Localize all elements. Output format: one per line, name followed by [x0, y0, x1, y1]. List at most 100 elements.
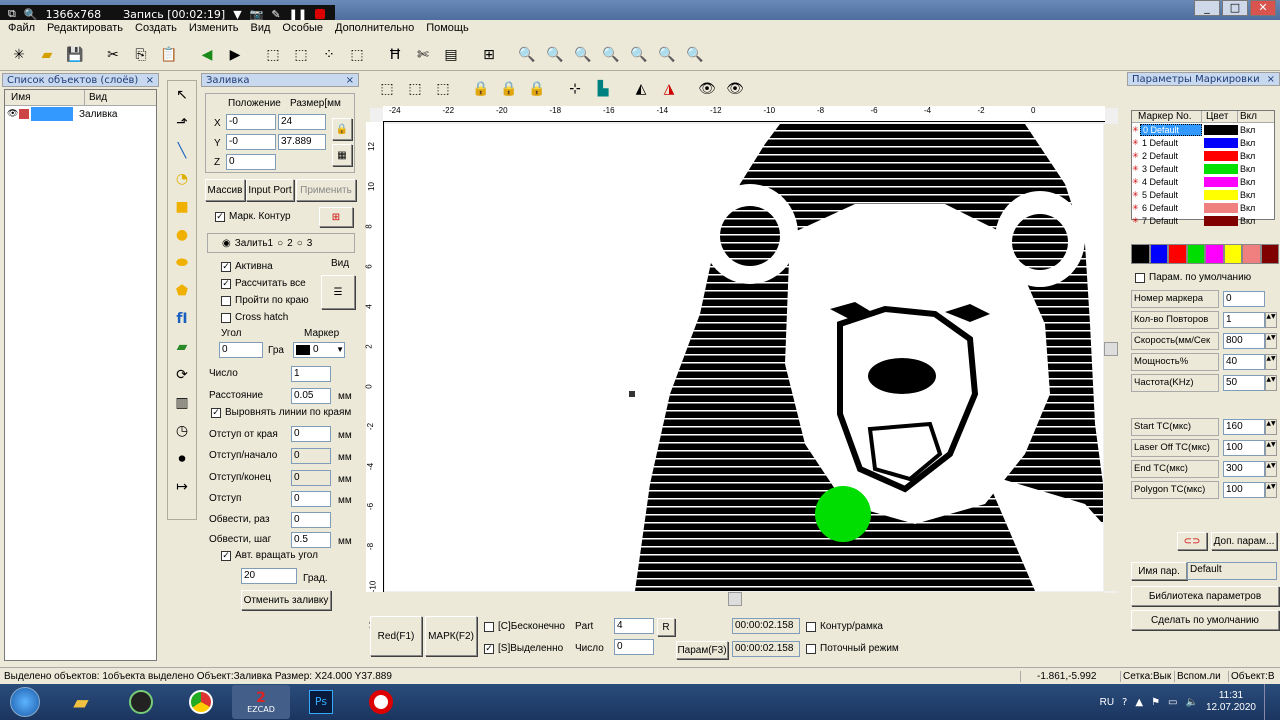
input-port-icon[interactable]: ⏺: [168, 445, 196, 473]
menu-extra[interactable]: Дополнительно: [329, 20, 420, 38]
tools-icon[interactable]: ✄: [410, 42, 436, 68]
menu-edit[interactable]: Редактировать: [41, 20, 129, 38]
photoshop-icon[interactable]: Ps: [292, 685, 350, 719]
make-default-button[interactable]: Сделать по умолчанию: [1131, 610, 1279, 630]
spinner-icon[interactable]: ▲▼: [1265, 332, 1277, 349]
language-indicator[interactable]: RU: [1100, 697, 1114, 708]
menu-view[interactable]: Вид: [244, 20, 276, 38]
marker-enabled[interactable]: Вкл: [1240, 138, 1255, 148]
display-icon[interactable]: ▭: [1168, 697, 1177, 708]
x-position-input[interactable]: -0: [226, 114, 276, 130]
explorer-icon[interactable]: ▰: [52, 685, 110, 719]
marker-enabled[interactable]: Вкл: [1240, 151, 1255, 161]
paste-icon[interactable]: 📋: [156, 42, 182, 68]
select-node-icon[interactable]: ⬚: [260, 42, 286, 68]
polygon-icon[interactable]: ⬟: [168, 277, 196, 305]
clock[interactable]: 11:31 12.07.2020: [1206, 690, 1256, 714]
y-position-input[interactable]: -0: [226, 134, 276, 150]
spinner-icon[interactable]: ▲▼: [1265, 481, 1277, 498]
align-lines-checkbox[interactable]: ✓: [211, 407, 221, 418]
param-input[interactable]: 50: [1223, 374, 1265, 391]
circle-icon[interactable]: ●: [168, 221, 196, 249]
palette-color[interactable]: [1149, 244, 1168, 264]
calc-all-checkbox[interactable]: ✓: [221, 278, 231, 289]
marker-row[interactable]: ✳ 2 Default Вкл: [1132, 149, 1274, 162]
fill3-radio[interactable]: ○: [297, 238, 303, 249]
start-offset-input[interactable]: 0: [291, 448, 331, 464]
scroll-thumb[interactable]: [1104, 342, 1118, 356]
preview-icon[interactable]: 👁: [694, 76, 720, 102]
open-folder-icon[interactable]: ▰: [34, 42, 60, 68]
menu-modify[interactable]: Изменить: [183, 20, 245, 38]
scroll-thumb[interactable]: [728, 592, 742, 606]
contour-checkbox[interactable]: [806, 621, 816, 632]
preview-all-icon[interactable]: 👁: [722, 76, 748, 102]
align-icon[interactable]: ⊞: [476, 42, 502, 68]
vector-file-icon[interactable]: ⟳: [168, 361, 196, 389]
reset-part-button[interactable]: R: [657, 618, 675, 636]
x-size-input[interactable]: 24: [278, 114, 326, 130]
zoom-select-icon[interactable]: 🔍: [682, 42, 708, 68]
marker-select[interactable]: 0 ▼: [293, 342, 345, 358]
node-edit-icon[interactable]: ⬏: [168, 109, 196, 137]
ellipse-icon[interactable]: ⬬: [168, 249, 196, 277]
palette-color[interactable]: [1260, 244, 1279, 264]
align-center-icon[interactable]: ⬚: [402, 76, 428, 102]
menu-file[interactable]: Файл: [2, 20, 41, 38]
text-frame-icon[interactable]: Ħ: [382, 42, 408, 68]
palette-color[interactable]: [1131, 244, 1150, 264]
redo-icon[interactable]: ▶: [222, 42, 248, 68]
param-input[interactable]: 40: [1223, 353, 1265, 370]
pause-icon[interactable]: ❚❚: [289, 8, 307, 21]
param-name-button[interactable]: Имя пар.: [1131, 562, 1187, 580]
spinner-icon[interactable]: ▲▼: [1265, 353, 1277, 370]
spinner-icon[interactable]: ▲▼: [1265, 374, 1277, 391]
marker-enabled[interactable]: Вкл: [1240, 216, 1255, 226]
col-view[interactable]: Вид: [85, 90, 111, 105]
pass-edge-checkbox[interactable]: [221, 295, 231, 306]
output-port-icon[interactable]: ↦: [168, 473, 196, 501]
object-snap-status[interactable]: Объект:В: [1228, 671, 1280, 682]
outline-times-input[interactable]: 0: [291, 512, 331, 528]
marker-row[interactable]: ✳ 0 Default Вкл: [1132, 123, 1274, 136]
table-icon[interactable]: ▤: [438, 42, 464, 68]
vertical-scrollbar[interactable]: [1104, 124, 1118, 591]
param-input[interactable]: 0: [1223, 290, 1265, 307]
param-input[interactable]: 100: [1223, 439, 1265, 456]
tab-array[interactable]: Массив: [205, 179, 245, 201]
fill2-radio[interactable]: ○: [277, 238, 283, 249]
marker-enabled[interactable]: Вкл: [1240, 190, 1255, 200]
spinner-icon[interactable]: ▲▼: [1265, 460, 1277, 477]
text-icon[interactable]: fI: [168, 305, 196, 333]
mark-contour-checkbox[interactable]: ✓: [215, 211, 225, 222]
auto-rotate-checkbox[interactable]: ✓: [221, 550, 231, 561]
copy-icon[interactable]: ⎘: [128, 42, 154, 68]
lock-object-icon[interactable]: 🔒: [468, 76, 494, 102]
part-input[interactable]: 4: [614, 618, 654, 634]
zoom-icon[interactable]: 🔍: [24, 8, 38, 21]
angle-input[interactable]: 0: [219, 342, 263, 358]
flag-icon[interactable]: ⚑: [1151, 697, 1160, 708]
zoom-out-icon[interactable]: 🔍: [570, 42, 596, 68]
fill-preview-button[interactable]: ☰: [321, 275, 355, 309]
window-icon[interactable]: ⧉: [8, 7, 16, 21]
timer-icon[interactable]: ◷: [168, 417, 196, 445]
cursor-app-icon[interactable]: [112, 685, 170, 719]
spinner-icon[interactable]: ▲▼: [1265, 439, 1277, 456]
apply-button[interactable]: Применить: [296, 179, 356, 201]
offset-input[interactable]: 0: [291, 491, 331, 507]
edge-offset-input[interactable]: 0: [291, 426, 331, 442]
zoom-plus-icon[interactable]: 🔍: [542, 42, 568, 68]
ezcad-icon[interactable]: 2 EZCAD: [232, 685, 290, 719]
unlock-all-icon[interactable]: 🔒: [524, 76, 550, 102]
contour-settings-button[interactable]: ⊞: [319, 207, 353, 227]
rectangle-icon[interactable]: ■: [168, 193, 196, 221]
show-desktop-button[interactable]: [1264, 684, 1274, 720]
anchor-grid-icon[interactable]: ▦: [332, 144, 352, 166]
palette-color[interactable]: [1186, 244, 1205, 264]
list-item[interactable]: 👁 Заливка: [5, 106, 156, 122]
chevron-down-icon[interactable]: ▼: [233, 8, 241, 21]
horizontal-scrollbar[interactable]: [370, 592, 1105, 606]
default-params-checkbox[interactable]: [1135, 272, 1145, 283]
record-app-icon[interactable]: [352, 685, 410, 719]
